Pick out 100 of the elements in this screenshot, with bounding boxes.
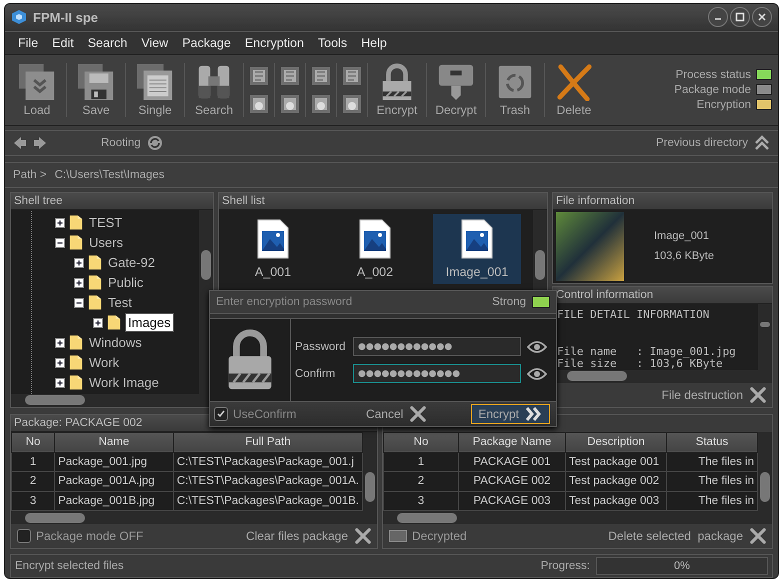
eye-icon[interactable] [527, 340, 547, 354]
strength-label: Strong [492, 296, 526, 308]
checkbox-label: Package mode OFF [36, 529, 144, 544]
status-label: Encryption [696, 98, 751, 111]
forward-arrow-icon[interactable] [33, 136, 47, 150]
menu-item[interactable]: Tools [310, 36, 354, 50]
vertical-scrollbar[interactable] [758, 432, 772, 512]
menu-item[interactable]: View [134, 36, 176, 50]
rooting-label: Rooting [101, 136, 141, 149]
save-button[interactable]: Save [70, 60, 122, 119]
menu-item[interactable]: Search [80, 36, 134, 50]
expand-icon[interactable] [55, 338, 65, 348]
expand-icon[interactable] [55, 378, 65, 388]
vertical-scrollbar[interactable] [758, 304, 772, 370]
table-cell: The files in [666, 452, 758, 472]
file-tile[interactable]: Image_001 [433, 214, 521, 284]
single-button[interactable]: Single [129, 60, 181, 119]
encrypt-button[interactable]: Encrypt [471, 404, 550, 424]
expand-icon[interactable] [74, 278, 84, 288]
checkbox[interactable] [214, 407, 228, 421]
table-cell: The files in [666, 472, 758, 492]
vertical-scrollbar[interactable] [363, 432, 377, 512]
column-header[interactable]: Name [54, 432, 174, 452]
menu-item[interactable]: Package [175, 36, 238, 50]
tree-item[interactable]: Work Image [87, 374, 161, 391]
column-header[interactable]: Full Path [173, 432, 362, 452]
image-file-icon [359, 218, 391, 258]
column-header[interactable]: Description [566, 432, 666, 452]
panel-title: File information [553, 192, 772, 210]
collapse-icon[interactable] [74, 298, 84, 308]
table-cell: PACKAGE 002 [458, 472, 566, 492]
panel-title: Shell list [219, 192, 547, 210]
image-file-icon [257, 218, 289, 258]
decrypt-button[interactable]: Decrypt [430, 60, 482, 119]
column-header[interactable]: No [384, 432, 458, 452]
tree-item[interactable]: Windows [87, 334, 144, 351]
column-header[interactable]: No [12, 432, 55, 452]
check-icon [216, 409, 226, 419]
info-heading: FILE DETAIL INFORMATION [557, 308, 710, 320]
file-tile[interactable]: A_002 [331, 214, 419, 284]
horizontal-scrollbar[interactable] [383, 511, 772, 524]
clear-files-button[interactable]: Clear files package [244, 529, 350, 544]
panel-title: Shell tree [11, 192, 213, 210]
expand-icon[interactable] [55, 218, 65, 228]
table-cell: 1 [12, 452, 55, 472]
stack-icon [17, 62, 57, 101]
tree-item[interactable]: Work [87, 354, 122, 371]
table-cell: PACKAGE 001 [458, 452, 566, 472]
encrypt-button[interactable]: Encrypt [371, 60, 423, 119]
field-label: Confirm [295, 368, 336, 380]
delete-package-button[interactable]: Delete selected package [606, 529, 745, 544]
panel-title: Control information [553, 286, 772, 304]
column-header[interactable]: Status [666, 432, 758, 452]
x-icon [355, 528, 371, 544]
expand-icon[interactable] [93, 318, 103, 328]
tree-item[interactable]: TEST [87, 214, 124, 231]
maximize-icon [735, 12, 745, 22]
tree-item[interactable]: Test [106, 294, 134, 311]
eye-icon[interactable] [527, 366, 547, 380]
column-header[interactable]: Package Name [458, 432, 566, 452]
info-line: File size : 103,6 KByte [557, 358, 723, 370]
tree-item[interactable]: Public [106, 274, 146, 291]
double-chevron-up-icon[interactable] [754, 134, 770, 151]
file-name: Image_001 [654, 230, 710, 242]
indicator-label: Decrypted [412, 529, 467, 544]
info-line: File name : Image_001.jpg [557, 346, 737, 358]
menu-item[interactable]: File [11, 36, 46, 50]
delete-button[interactable]: Delete [548, 60, 600, 119]
file-tile[interactable]: A_001 [229, 214, 317, 284]
load-button[interactable]: Load [11, 60, 63, 119]
field-label: Password [295, 340, 346, 352]
menu-item[interactable]: Help [354, 36, 394, 50]
menu-item[interactable]: Edit [45, 36, 81, 50]
progress-label: Progress: [540, 560, 590, 572]
tree-item[interactable]: Gate-92 [106, 254, 157, 271]
refresh-icon[interactable] [146, 134, 163, 151]
window-title: FPM-II spe [33, 10, 98, 25]
table-cell: 2 [12, 472, 55, 492]
status-label: Package mode [674, 84, 751, 96]
password-field[interactable]: ●●●●●●●●●●●●● [353, 364, 521, 383]
collapse-icon[interactable] [55, 238, 65, 248]
table-cell: C:\TEST\Packages\Package_001.j [173, 452, 362, 472]
horizontal-scrollbar[interactable] [11, 511, 377, 524]
expand-icon[interactable] [55, 358, 65, 368]
minimize-button[interactable] [708, 7, 728, 28]
trash-button[interactable]: Trash [489, 60, 541, 119]
menu-item[interactable]: Encryption [238, 36, 311, 50]
table-cell: Test package 002 [566, 472, 666, 492]
checkbox[interactable] [17, 529, 31, 544]
previous-directory-label[interactable]: Previous directory [656, 136, 748, 149]
close-button[interactable] [752, 7, 772, 28]
tree-item[interactable]: Users [87, 234, 125, 251]
search-button[interactable]: Search [188, 60, 240, 119]
tree-item[interactable]: Images [125, 313, 174, 332]
back-arrow-icon[interactable] [13, 136, 27, 150]
x-icon [750, 528, 766, 544]
maximize-button[interactable] [730, 7, 750, 28]
password-field[interactable]: ●●●●●●●●●●●● [353, 337, 521, 356]
expand-icon[interactable] [74, 258, 84, 268]
path-label: Path > [13, 168, 47, 181]
